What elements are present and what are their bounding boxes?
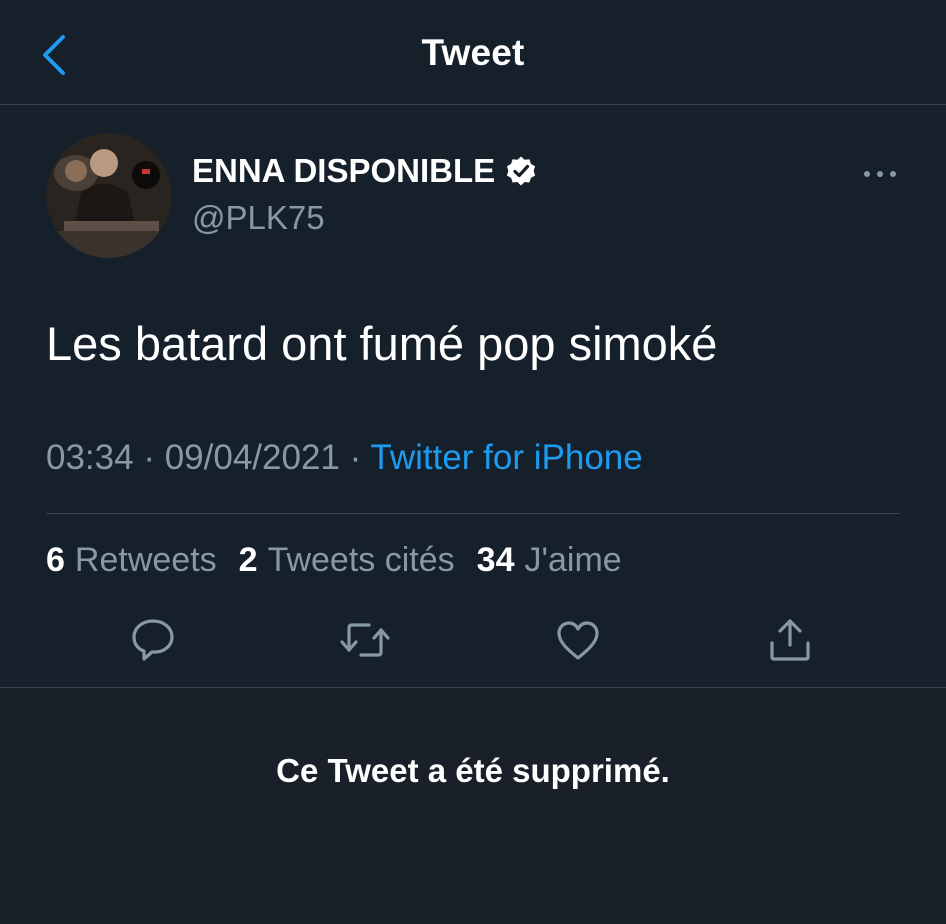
- verified-badge-icon: [507, 156, 536, 186]
- like-button[interactable]: [550, 612, 606, 668]
- deleted-tweet-area: [0, 688, 946, 924]
- quotes-label: Tweets cités: [267, 541, 455, 579]
- likes-label: J'aime: [524, 541, 622, 579]
- share-button[interactable]: [762, 612, 818, 668]
- likes-stat[interactable]: 34 J'aime: [477, 541, 622, 580]
- author-handle[interactable]: @PLK75: [192, 199, 325, 237]
- more-horizontal-icon: [864, 171, 896, 177]
- top-nav-bar: Tweet: [0, 0, 946, 105]
- tweet-time: 03:34: [46, 438, 134, 477]
- retweets-label: Retweets: [74, 541, 217, 579]
- quotes-stat[interactable]: 2 Tweets cités: [239, 541, 455, 580]
- meta-separator: ·: [349, 438, 362, 477]
- retweets-count: 6: [46, 541, 65, 579]
- tweet-date: 09/04/2021: [164, 438, 340, 477]
- retweet-icon: [340, 623, 390, 657]
- more-options-button[interactable]: [858, 160, 902, 188]
- share-icon: [770, 619, 810, 661]
- deleted-tweet-notice: Ce Tweet a été supprimé.: [276, 752, 670, 789]
- quotes-count: 2: [238, 541, 258, 579]
- reply-button[interactable]: [125, 612, 181, 668]
- divider: [46, 513, 900, 514]
- reply-icon: [132, 619, 174, 661]
- like-icon: [557, 621, 599, 660]
- tweet-text: Les batard ont fumé pop simoké: [46, 317, 718, 370]
- likes-count: 34: [476, 541, 515, 579]
- meta-separator: ·: [143, 438, 155, 477]
- avatar-photo: [46, 133, 171, 258]
- page-title: Tweet: [421, 32, 525, 73]
- tweet-meta: 03:34 · 09/04/2021 · Twitter for iPhone: [46, 438, 643, 478]
- tweet-source-link[interactable]: Twitter for iPhone: [370, 438, 642, 477]
- author-name-row[interactable]: ENNA DISPONIBLE: [192, 152, 537, 190]
- retweets-stat[interactable]: 6 Retweets: [46, 541, 217, 580]
- author-name[interactable]: ENNA DISPONIBLE: [192, 152, 495, 190]
- tweet-stats: 6 Retweets 2 Tweets cités 34 J'aime: [46, 541, 622, 580]
- retweet-button[interactable]: [337, 612, 393, 668]
- avatar[interactable]: [46, 133, 171, 258]
